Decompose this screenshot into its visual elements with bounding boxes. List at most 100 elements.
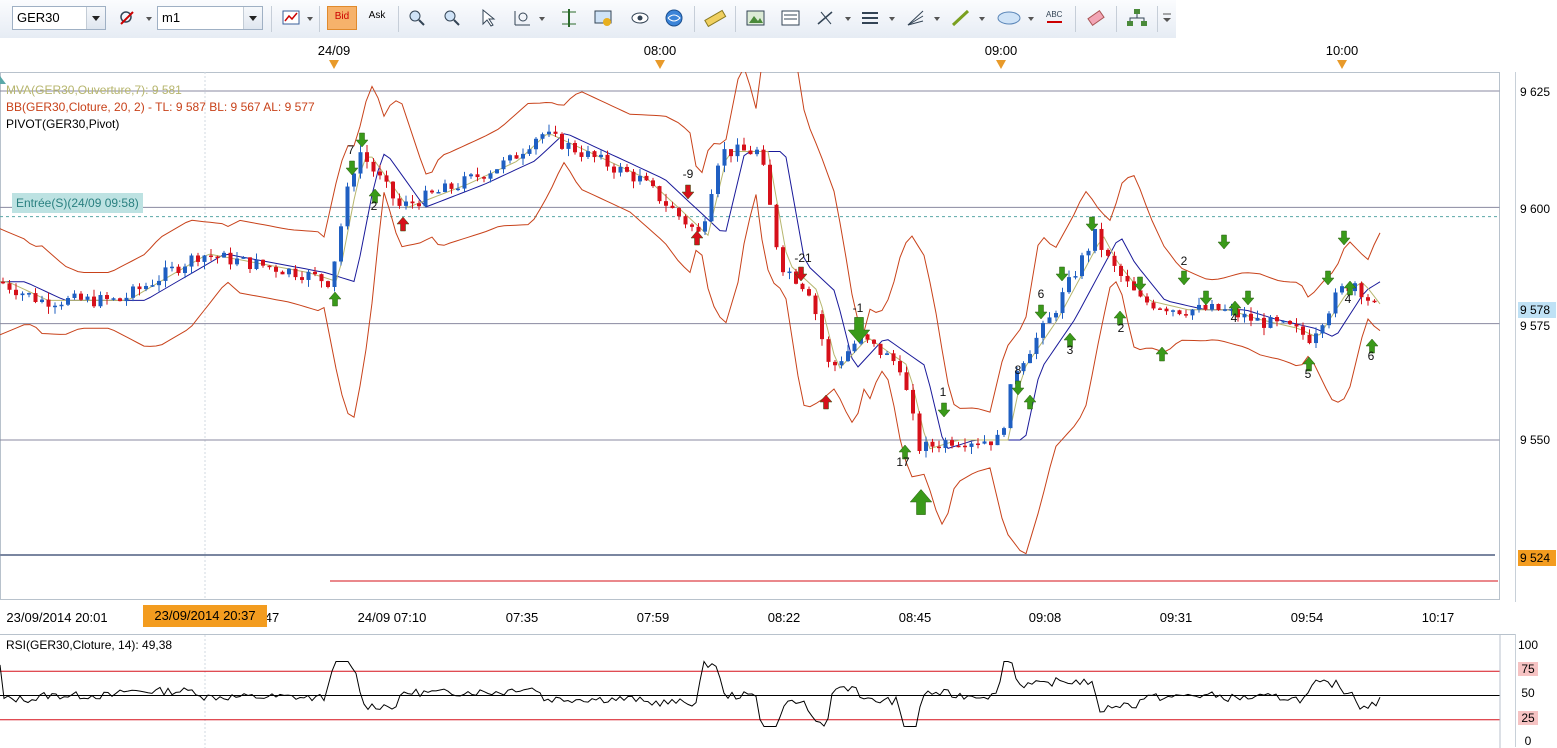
time-label: 23/09/2014 20:01 bbox=[6, 610, 108, 625]
bid-button[interactable]: Bid bbox=[327, 6, 357, 30]
candle-body bbox=[1216, 303, 1221, 310]
candle-body bbox=[293, 268, 298, 278]
drawing-tools-icon[interactable] bbox=[813, 6, 839, 30]
toolbar-overflow-icon[interactable] bbox=[1160, 6, 1174, 30]
pattern-count-label: 2 bbox=[371, 199, 378, 213]
time-marker-icon bbox=[329, 60, 339, 69]
candle-body bbox=[807, 289, 811, 296]
signal-up-arrow-icon bbox=[690, 230, 704, 246]
time-label: 09:08 bbox=[1028, 610, 1062, 625]
chevron-down-icon[interactable] bbox=[889, 17, 895, 21]
signal-down-arrow-icon bbox=[345, 160, 359, 176]
candle-body bbox=[1255, 317, 1260, 321]
candle-body bbox=[33, 293, 38, 303]
trendline-icon[interactable] bbox=[948, 6, 974, 30]
eraser-icon[interactable] bbox=[1083, 6, 1109, 30]
candle-body bbox=[729, 149, 733, 157]
fan-icon[interactable] bbox=[903, 6, 929, 30]
template-icon[interactable] bbox=[778, 6, 804, 30]
candle-body bbox=[885, 353, 889, 355]
image-icon[interactable] bbox=[743, 6, 769, 30]
toolbar-separator bbox=[735, 6, 736, 32]
candle-body bbox=[189, 255, 194, 267]
indicator-icon[interactable] bbox=[116, 6, 142, 30]
text-tool-icon[interactable]: ABC bbox=[1042, 6, 1068, 30]
price-chart-svg[interactable]: 7 2 -9 -21 -1 1 17 8 6 3 2 2 4 5 4 6 bbox=[0, 72, 1500, 600]
toolbar-separator bbox=[694, 6, 695, 32]
candle-body bbox=[124, 297, 129, 302]
rsi-svg[interactable] bbox=[0, 635, 1515, 748]
ask-button[interactable]: Ask bbox=[362, 6, 392, 30]
candle-body bbox=[1203, 304, 1208, 310]
candle-body bbox=[865, 334, 870, 340]
candle-body bbox=[482, 177, 486, 179]
lines-icon[interactable] bbox=[858, 6, 884, 30]
entry-label[interactable]: Entrée(S)(24/09 09:58) bbox=[12, 193, 143, 213]
candle-body bbox=[1372, 300, 1377, 303]
price-scale[interactable] bbox=[1515, 72, 1557, 602]
signal-down-arrow-icon bbox=[1011, 380, 1025, 396]
candle-body bbox=[839, 361, 844, 366]
candle-body bbox=[943, 440, 948, 449]
cursor-icon[interactable] bbox=[475, 6, 501, 30]
candle-body bbox=[579, 152, 584, 157]
eye-icon[interactable] bbox=[627, 6, 653, 30]
candle-body bbox=[384, 175, 389, 182]
candle-body bbox=[1333, 292, 1338, 314]
chevron-down-icon[interactable] bbox=[307, 17, 313, 21]
rsi-pane[interactable] bbox=[0, 634, 1515, 748]
globe-icon[interactable] bbox=[661, 6, 687, 30]
price-chart-area[interactable]: 7 2 -9 -21 -1 1 17 8 6 3 2 2 4 5 4 6 bbox=[0, 72, 1500, 600]
signal-down-arrow-icon bbox=[1241, 290, 1255, 306]
timeframe-select[interactable]: m1 bbox=[157, 6, 263, 30]
candle-body bbox=[709, 194, 714, 222]
chevron-down-icon[interactable] bbox=[146, 17, 152, 21]
signal-down-arrow-icon bbox=[1034, 304, 1048, 320]
pattern-count-label: -21 bbox=[794, 251, 812, 265]
candle-body bbox=[202, 255, 207, 262]
signal-down-arrow-icon bbox=[1337, 230, 1351, 246]
candle-body bbox=[1145, 296, 1149, 303]
candle-body bbox=[1112, 255, 1117, 266]
candle-body bbox=[514, 155, 519, 159]
zoom-in-icon[interactable] bbox=[405, 6, 431, 30]
ellipse-icon[interactable] bbox=[994, 6, 1024, 30]
top-time-label: 24/09 bbox=[317, 43, 351, 58]
chevron-down-icon[interactable] bbox=[979, 17, 985, 21]
time-label: 24/09 07:10 bbox=[357, 610, 427, 625]
chevron-down-icon[interactable] bbox=[934, 17, 940, 21]
candle-body bbox=[1119, 265, 1123, 276]
mva-line bbox=[0, 134, 1381, 450]
candle-body bbox=[241, 257, 246, 259]
symbol-select[interactable]: GER30 bbox=[12, 6, 106, 30]
candle-body bbox=[209, 255, 213, 258]
chevron-down-icon[interactable] bbox=[539, 17, 545, 21]
candle-body bbox=[352, 173, 356, 187]
zoom-out-icon[interactable] bbox=[440, 6, 466, 30]
chevron-down-icon[interactable] bbox=[86, 7, 105, 29]
candle-body bbox=[27, 293, 31, 295]
pivot-legend: PIVOT(GER30,Pivot) bbox=[6, 117, 120, 131]
chevron-down-icon[interactable] bbox=[1028, 17, 1034, 21]
chart-type-icon[interactable] bbox=[279, 6, 305, 30]
price-label: 9 625 bbox=[1520, 85, 1551, 99]
fit-icon[interactable] bbox=[556, 6, 582, 30]
candle-body bbox=[976, 443, 980, 446]
hierarchy-icon[interactable] bbox=[1124, 6, 1150, 30]
candle-body bbox=[1034, 337, 1039, 354]
bb-legend: BB(GER30,Cloture, 20, 2) - TL: 9 587 BL:… bbox=[6, 100, 315, 114]
candle-body bbox=[644, 175, 649, 181]
chevron-down-icon[interactable] bbox=[845, 17, 851, 21]
ruler-icon[interactable] bbox=[702, 6, 728, 30]
candle-body bbox=[768, 164, 772, 205]
screenshot-icon[interactable] bbox=[591, 6, 617, 30]
data-zoom-icon[interactable] bbox=[510, 6, 536, 30]
candle-body bbox=[872, 339, 876, 344]
pattern-count-label: 2 bbox=[1181, 254, 1188, 268]
candle-body bbox=[618, 166, 623, 173]
chevron-down-icon[interactable] bbox=[243, 7, 262, 29]
candle-body bbox=[1164, 308, 1169, 312]
candle-body bbox=[820, 314, 824, 340]
candle-body bbox=[1138, 290, 1143, 297]
candle-body bbox=[787, 271, 792, 274]
